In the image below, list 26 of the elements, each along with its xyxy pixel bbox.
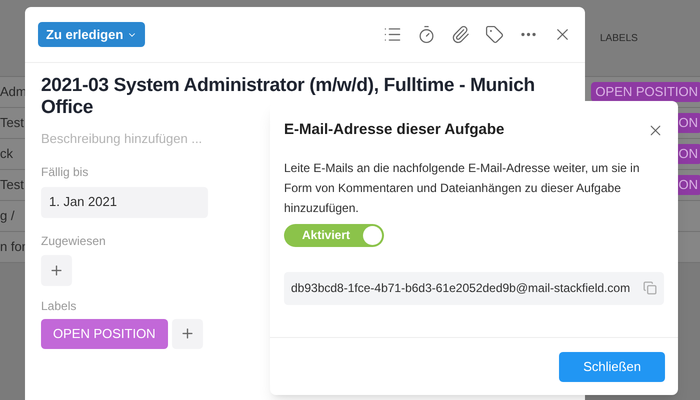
- date-field[interactable]: 1. Jan 2021: [41, 186, 208, 218]
- add-label-button[interactable]: [172, 318, 203, 348]
- paperclip-icon[interactable]: [451, 25, 470, 44]
- field-label: Zugewiesen: [41, 232, 106, 250]
- table-cell-text: n for: [0, 238, 26, 256]
- plus-icon: [49, 262, 64, 278]
- table-cell-text: Test: [0, 176, 24, 194]
- close-button[interactable]: Schließen: [559, 352, 665, 382]
- label-tag: OPEN POSITION: [591, 82, 700, 102]
- timer-icon[interactable]: [417, 25, 436, 44]
- tag-icon[interactable]: [485, 25, 504, 44]
- column-header: LABELS: [600, 32, 639, 46]
- field-label: Labels: [41, 298, 76, 314]
- dialog-text: Leite E-Mails an die nachfolgende E-Mail-Adresse weiter, um sie in Form von Kommentaren und Dateianhängen zu dieser Aufgabe hinzuzufügen.: [283, 160, 641, 216]
- field-label: Fällig bis: [41, 164, 88, 180]
- email-field[interactable]: db93bcd8-1fce-4b71-b6d3-61e2052ded9b@mail-stackfield.com: [284, 272, 664, 304]
- task-title: 2021-03 System Administrator (m/w/d), Fulltime - Munich Office: [41, 75, 536, 119]
- dialog-title: E-Mail-Adresse dieser Aufgabe: [284, 120, 504, 140]
- label-tag[interactable]: OPEN POSITION: [41, 318, 168, 348]
- plus-icon: [180, 326, 195, 341]
- table-cell-text: Test: [0, 114, 24, 132]
- table-cell-text: g /: [0, 207, 14, 226]
- description-field[interactable]: Beschreibung hinzufügen ...: [41, 129, 241, 148]
- toggle-switch[interactable]: Aktiviert: [284, 224, 384, 246]
- table-cell-text: ck: [0, 145, 13, 164]
- status-button[interactable]: Zu erledigen: [38, 22, 146, 47]
